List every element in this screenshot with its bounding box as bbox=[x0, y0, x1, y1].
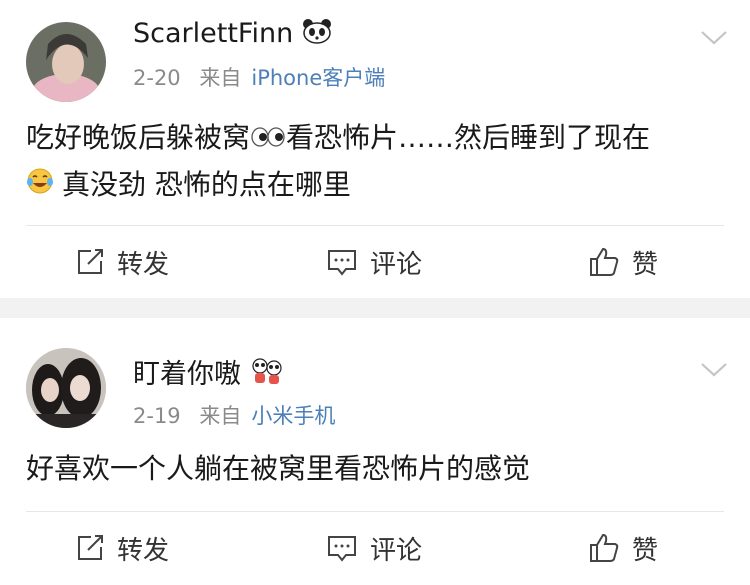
like-label: 赞 bbox=[632, 249, 659, 280]
eyes-emoji-icon bbox=[250, 116, 286, 162]
chevron-down-icon[interactable] bbox=[700, 362, 728, 378]
laughing-tears-emoji-icon bbox=[26, 163, 54, 209]
post-date: 2-20 bbox=[133, 66, 181, 90]
comment-label: 评论 bbox=[370, 249, 423, 280]
repost-button[interactable]: 转发 bbox=[75, 518, 169, 578]
like-button[interactable]: 赞 bbox=[588, 518, 658, 578]
post-text-part: 看恐怖片……然后睡到了现在 bbox=[286, 121, 651, 154]
panda-badge-icon bbox=[302, 18, 332, 51]
repost-label: 转发 bbox=[117, 535, 170, 566]
chevron-down-icon[interactable] bbox=[700, 30, 728, 46]
post-text: 吃好晚饭后躲被窝 看恐怖片……然后睡到了现在 真没劲 恐怖的点在哪里 bbox=[26, 115, 730, 209]
avatar[interactable] bbox=[26, 348, 106, 428]
comment-icon bbox=[328, 250, 356, 276]
comment-button[interactable]: 评论 bbox=[326, 232, 422, 292]
username[interactable]: ScarlettFinn bbox=[133, 18, 332, 51]
repost-icon bbox=[78, 249, 103, 274]
source-prefix: 来自 bbox=[199, 404, 242, 428]
post-date: 2-19 bbox=[133, 404, 181, 428]
action-bar: 转发 评论 赞 bbox=[0, 518, 750, 578]
repost-icon bbox=[78, 535, 103, 560]
username[interactable]: 盯着你嗷 bbox=[133, 352, 284, 393]
weibo-post: 盯着你嗷 2-19 来自 小米手机 好喜欢一个人躺在被窝里看恐怖片的感觉 转发 … bbox=[0, 318, 750, 585]
action-bar: 转发 评论 赞 bbox=[0, 232, 750, 292]
like-label: 赞 bbox=[632, 535, 659, 566]
divider bbox=[26, 511, 724, 512]
divider bbox=[26, 225, 724, 226]
post-meta: 2-19 来自 小米手机 bbox=[133, 400, 335, 430]
repost-button[interactable]: 转发 bbox=[75, 232, 169, 292]
repost-label: 转发 bbox=[117, 249, 170, 280]
like-icon bbox=[590, 247, 619, 276]
comment-icon bbox=[328, 536, 356, 562]
weibo-post: ScarlettFinn 2-20 来自 iPhone客户端 吃好晚饭后躲被窝 看… bbox=[0, 0, 750, 298]
comment-button[interactable]: 评论 bbox=[326, 518, 422, 578]
avatar[interactable] bbox=[26, 22, 106, 102]
post-text-part: 好喜欢一个人躺在被窝里看恐怖片的感觉 bbox=[26, 452, 531, 485]
source-prefix: 来自 bbox=[199, 66, 242, 90]
post-source[interactable]: iPhone客户端 bbox=[251, 66, 385, 90]
post-source[interactable]: 小米手机 bbox=[251, 404, 335, 428]
post-meta: 2-20 来自 iPhone客户端 bbox=[133, 62, 385, 92]
post-text-part: 真没劲 恐怖的点在哪里 bbox=[62, 168, 351, 201]
panda-pair-badge-icon bbox=[250, 358, 284, 393]
like-button[interactable]: 赞 bbox=[588, 232, 658, 292]
like-icon bbox=[590, 533, 619, 562]
post-text: 好喜欢一个人躺在被窝里看恐怖片的感觉 bbox=[26, 446, 730, 492]
comment-label: 评论 bbox=[370, 535, 423, 566]
post-text-part: 吃好晚饭后躲被窝 bbox=[26, 121, 251, 154]
